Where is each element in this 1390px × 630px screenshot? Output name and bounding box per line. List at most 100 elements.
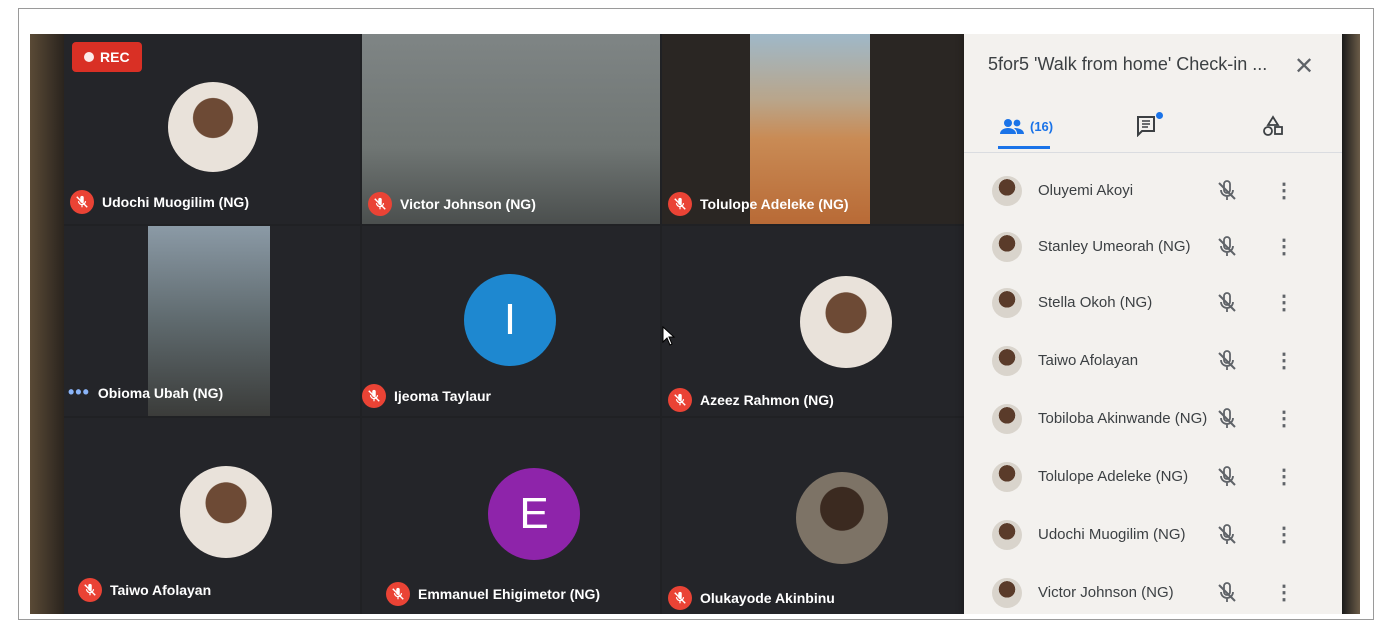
mic-off-icon[interactable]: [1216, 524, 1238, 546]
mic-off-icon[interactable]: [1216, 582, 1238, 604]
participant-tile[interactable]: Victor Johnson (NG): [362, 34, 660, 224]
recording-badge: REC: [72, 42, 142, 72]
participant-avatar: E: [488, 468, 580, 560]
participant-name: Obioma Ubah (NG): [97, 384, 224, 401]
participant-name-row: ••• Obioma Ubah (NG): [68, 382, 223, 403]
participant-tile[interactable]: Tolulope Adeleke (NG): [662, 34, 964, 224]
participant-name-row: Ijeoma Taylaur: [362, 384, 491, 408]
meet-screen: REC Udochi Muogilim (NG) Victor Johnson …: [64, 34, 1342, 614]
participant-list-name: Victor Johnson (NG): [1038, 584, 1174, 601]
monitor-bezel-right: [1342, 34, 1360, 614]
participant-tile[interactable]: ••• Obioma Ubah (NG): [64, 226, 360, 416]
meeting-title: 5for5 'Walk from home' Check-in ...: [988, 54, 1268, 74]
participant-list-name: Taiwo Afolayan: [1038, 352, 1139, 369]
participant-name-row: Tolulope Adeleke (NG): [668, 192, 849, 216]
participant-tile[interactable]: I Ijeoma Taylaur: [362, 226, 660, 416]
panel-divider: [964, 152, 1342, 153]
more-options-icon[interactable]: ⋮: [1274, 290, 1294, 315]
participant-avatar: [992, 232, 1022, 262]
participant-tile[interactable]: REC Udochi Muogilim (NG): [64, 34, 360, 224]
participant-list-item[interactable]: Taiwo Afolayan ⋮: [964, 334, 1342, 390]
participant-name: Taiwo Afolayan: [110, 582, 212, 598]
mic-off-icon: [362, 384, 386, 408]
participant-tile[interactable]: Azeez Rahmon (NG): [662, 226, 964, 416]
participant-list-name: Tolulope Adeleke (NG): [1038, 468, 1189, 485]
participant-name: Ijeoma Taylaur: [394, 388, 492, 404]
participant-name: Victor Johnson (NG): [400, 196, 536, 212]
participant-list-item[interactable]: Tobiloba Akinwande (NG) ⋮: [964, 392, 1342, 448]
activities-icon: [1263, 115, 1283, 136]
participant-name: Azeez Rahmon (NG): [700, 392, 834, 408]
more-options-icon[interactable]: ⋮: [1274, 522, 1294, 547]
participant-avatar: [992, 176, 1022, 206]
more-options-icon[interactable]: ⋮: [1274, 178, 1294, 203]
more-options-icon[interactable]: ⋮: [1274, 464, 1294, 489]
participant-tile[interactable]: Taiwo Afolayan: [64, 418, 360, 614]
mic-off-icon[interactable]: [1216, 466, 1238, 488]
tab-chat[interactable]: [1136, 104, 1163, 148]
participant-avatar: [180, 466, 272, 558]
participant-list-item[interactable]: Tolulope Adeleke (NG) ⋮: [964, 450, 1342, 506]
participant-name: Olukayode Akinbinu: [700, 590, 835, 606]
participant-name: Udochi Muogilim (NG): [102, 194, 249, 210]
participant-list-item[interactable]: Stella Okoh (NG) ⋮: [964, 276, 1342, 332]
mic-off-icon[interactable]: [1216, 408, 1238, 430]
participant-list-name: Oluyemi Akoyi: [1038, 182, 1134, 199]
more-options-icon[interactable]: ⋮: [1274, 406, 1294, 431]
mic-off-icon: [368, 192, 392, 216]
tab-people[interactable]: (16): [1000, 104, 1053, 148]
mic-off-icon[interactable]: [1216, 236, 1238, 258]
participant-list-item[interactable]: Oluyemi Akoyi ⋮: [964, 164, 1342, 220]
mic-off-icon[interactable]: [1216, 350, 1238, 372]
participant-name-row: Azeez Rahmon (NG): [668, 388, 834, 412]
mic-off-icon[interactable]: [1216, 292, 1238, 314]
mic-off-icon: [668, 388, 692, 412]
mic-off-icon: [78, 578, 102, 602]
more-options-icon[interactable]: ⋮: [1274, 580, 1294, 605]
recording-label: REC: [100, 49, 130, 65]
tab-indicator: [998, 146, 1050, 149]
participant-avatar: [992, 462, 1022, 492]
participant-tile[interactable]: E Emmanuel Ehigimetor (NG): [362, 418, 660, 614]
participant-name-row: Olukayode Akinbinu: [668, 586, 835, 610]
participant-avatar: [992, 520, 1022, 550]
tab-activities[interactable]: [1262, 104, 1284, 148]
more-options-icon[interactable]: ⋮: [1274, 348, 1294, 373]
people-icon: [1000, 119, 1024, 134]
close-icon[interactable]: ✕: [1294, 52, 1314, 81]
participant-avatar: [992, 404, 1022, 434]
participant-name-row: Emmanuel Ehigimetor (NG): [386, 582, 600, 606]
participant-avatar: [168, 82, 258, 172]
participant-avatar: [992, 288, 1022, 318]
participant-list-name: Stanley Umeorah (NG): [1038, 238, 1191, 255]
participant-tile[interactable]: Olukayode Akinbinu: [662, 418, 964, 614]
participant-list-item[interactable]: Udochi Muogilim (NG) ⋮: [964, 508, 1342, 564]
participant-list-name: Stella Okoh (NG): [1038, 294, 1153, 311]
mic-off-icon[interactable]: [1216, 180, 1238, 202]
record-dot-icon: [84, 52, 94, 62]
more-options-icon[interactable]: ⋮: [1274, 234, 1294, 259]
participant-avatar: [992, 346, 1022, 376]
participant-name: Emmanuel Ehigimetor (NG): [418, 586, 601, 602]
mic-off-icon: [668, 586, 692, 610]
chat-badge: [1156, 112, 1163, 119]
participant-count: (16): [1030, 118, 1054, 134]
people-panel: 5for5 'Walk from home' Check-in ... ✕ (1…: [964, 34, 1342, 614]
participant-list-item[interactable]: Victor Johnson (NG) ⋮: [964, 566, 1342, 614]
participant-list-name: Udochi Muogilim (NG): [1038, 526, 1186, 543]
participant-name-row: Udochi Muogilim (NG): [70, 190, 249, 214]
participant-list-item[interactable]: Stanley Umeorah (NG) ⋮: [964, 220, 1342, 276]
participant-avatar: [992, 578, 1022, 608]
participant-avatar: I: [464, 274, 556, 366]
panel-tabs: (16): [964, 104, 1342, 152]
participant-name: Tolulope Adeleke (NG): [700, 196, 849, 212]
mic-off-icon: [70, 190, 94, 214]
participant-name-row: Taiwo Afolayan: [78, 578, 211, 602]
participant-list-name: Tobiloba Akinwande (NG): [1038, 410, 1208, 427]
participant-avatar: [796, 472, 888, 564]
participant-name-row: Victor Johnson (NG): [368, 192, 536, 216]
mic-off-icon: [668, 192, 692, 216]
chat-icon: [1137, 116, 1155, 137]
speaking-indicator-icon: •••: [68, 382, 90, 402]
video-grid: REC Udochi Muogilim (NG) Victor Johnson …: [64, 34, 964, 614]
